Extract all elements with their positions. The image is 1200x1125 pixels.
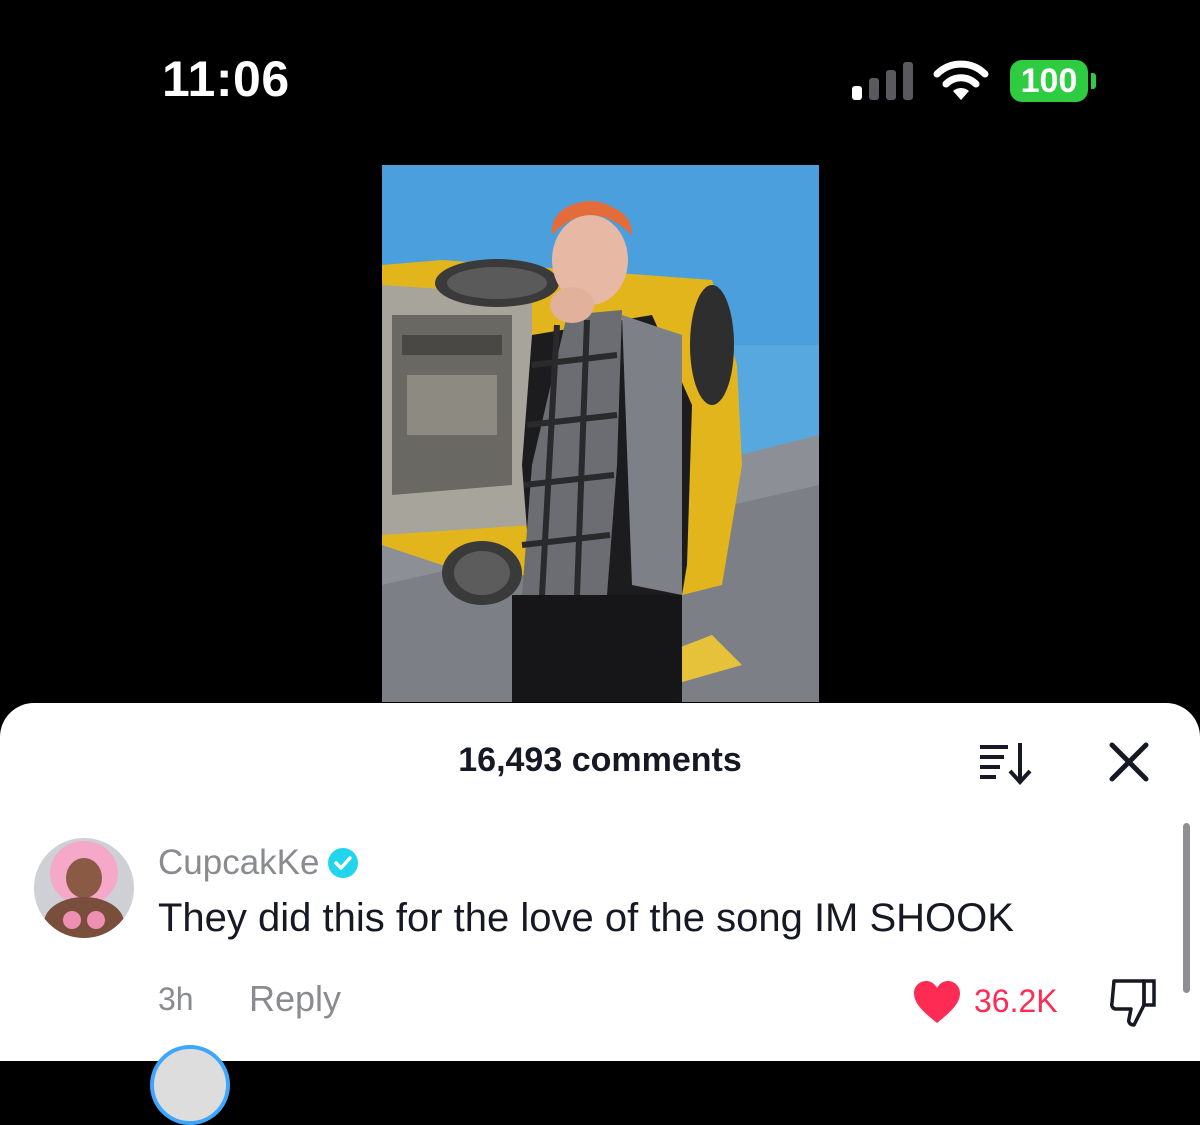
like-count: 36.2K [974, 983, 1058, 1019]
comments-sheet: 16,493 comments CupcakKe They did this f… [0, 703, 1200, 1125]
status-time: 11:06 [162, 51, 290, 107]
wifi-icon [933, 60, 989, 100]
battery-nub [1091, 73, 1096, 89]
reply-button[interactable]: Reply [249, 978, 341, 1020]
comment-time: 3h [158, 981, 194, 1017]
video-image [382, 165, 819, 702]
comment-text: They did this for the love of the song I… [158, 896, 1014, 940]
next-commenter-avatar[interactable] [150, 1045, 230, 1125]
battery-indicator: 100 [1010, 60, 1088, 102]
comment-username-row[interactable]: CupcakKe [158, 843, 359, 883]
scrollbar[interactable] [1183, 823, 1190, 993]
dislike-icon[interactable] [1108, 975, 1160, 1029]
sort-icon[interactable] [978, 741, 1032, 785]
video-thumbnail[interactable] [382, 165, 819, 702]
comment-username[interactable]: CupcakKe [158, 843, 319, 883]
close-icon[interactable] [1106, 739, 1152, 785]
cellular-signal-icon [852, 62, 913, 100]
verified-badge-icon [328, 848, 359, 878]
heart-icon[interactable] [912, 979, 962, 1025]
commenter-avatar[interactable] [34, 838, 134, 938]
